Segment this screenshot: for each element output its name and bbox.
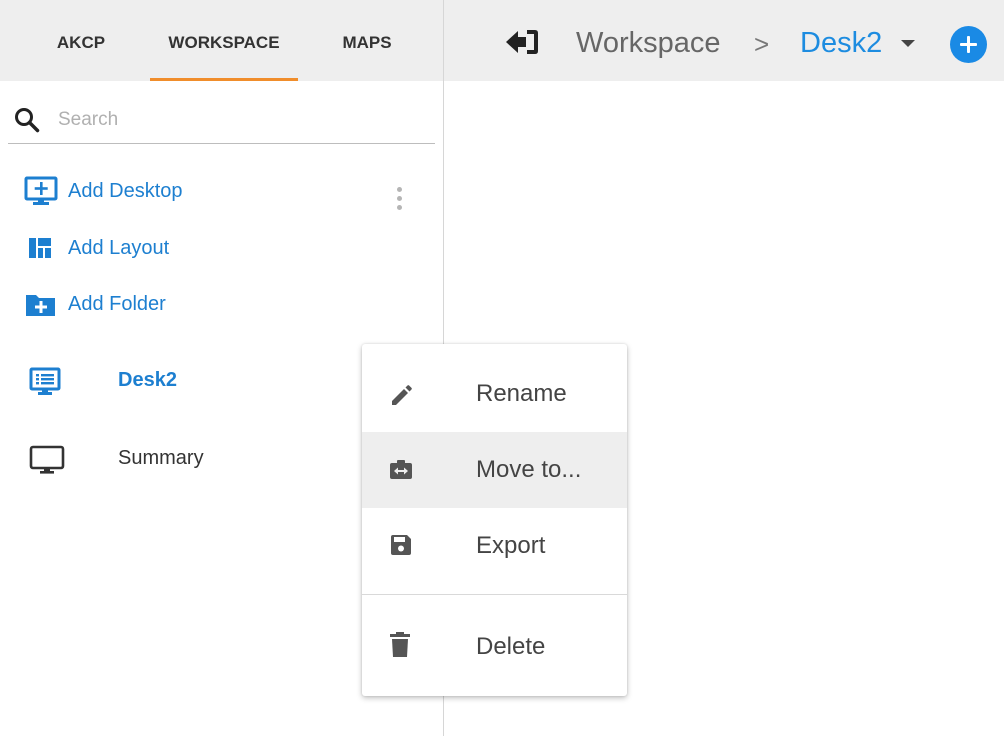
desktop-list-icon (29, 367, 61, 395)
folder-plus-icon (26, 295, 55, 316)
monitor-icon (29, 445, 65, 474)
search-input[interactable] (56, 104, 430, 136)
search-underline (8, 143, 435, 144)
menu-item-delete[interactable]: Delete (362, 608, 627, 684)
menu-item-label: Move to... (476, 456, 582, 483)
tab-akcp[interactable]: AKCP (38, 0, 124, 81)
menu-item-rename[interactable]: Rename (362, 356, 627, 432)
pencil-icon (392, 385, 412, 405)
add-desktop-icon (24, 176, 58, 205)
menu-item-label: Delete (476, 633, 546, 660)
breadcrumb-root[interactable]: Workspace (576, 24, 721, 62)
menu-item-label: Rename (476, 380, 567, 407)
layout-grid-icon (29, 238, 51, 258)
save-icon (391, 535, 411, 555)
add-button[interactable] (950, 26, 987, 63)
menu-divider (362, 594, 627, 595)
exit-icon[interactable] (505, 27, 539, 57)
breadcrumb-separator: > (754, 29, 770, 59)
breadcrumb-current[interactable]: Desk2 (800, 24, 882, 62)
menu-item-move-to[interactable]: Move to... (362, 432, 627, 508)
chevron-down-icon[interactable] (901, 40, 915, 47)
tab-maps[interactable]: MAPS (315, 0, 419, 81)
menu-item-export[interactable]: Export (362, 508, 627, 584)
add-layout-label: Add Layout (68, 237, 170, 259)
move-icon (390, 460, 412, 479)
add-folder-button[interactable]: Add Folder (24, 289, 194, 319)
more-options-icon[interactable] (392, 184, 408, 214)
context-menu: Rename Move to... Export Delete (362, 344, 627, 696)
active-tab-indicator (150, 78, 298, 81)
tab-workspace[interactable]: WORKSPACE (150, 0, 298, 81)
add-desktop-label: Add Desktop (68, 180, 183, 202)
list-item-label: Summary (118, 447, 204, 469)
menu-item-label: Export (476, 532, 546, 559)
search-icon (15, 108, 40, 133)
trash-icon (390, 632, 410, 657)
list-item-label: Desk2 (118, 369, 177, 391)
top-bar: AKCP WORKSPACE MAPS Workspace > Desk2 (0, 0, 1004, 81)
add-layout-button[interactable]: Add Layout (24, 233, 194, 263)
add-folder-label: Add Folder (68, 293, 166, 315)
add-desktop-button[interactable]: Add Desktop (24, 176, 214, 206)
